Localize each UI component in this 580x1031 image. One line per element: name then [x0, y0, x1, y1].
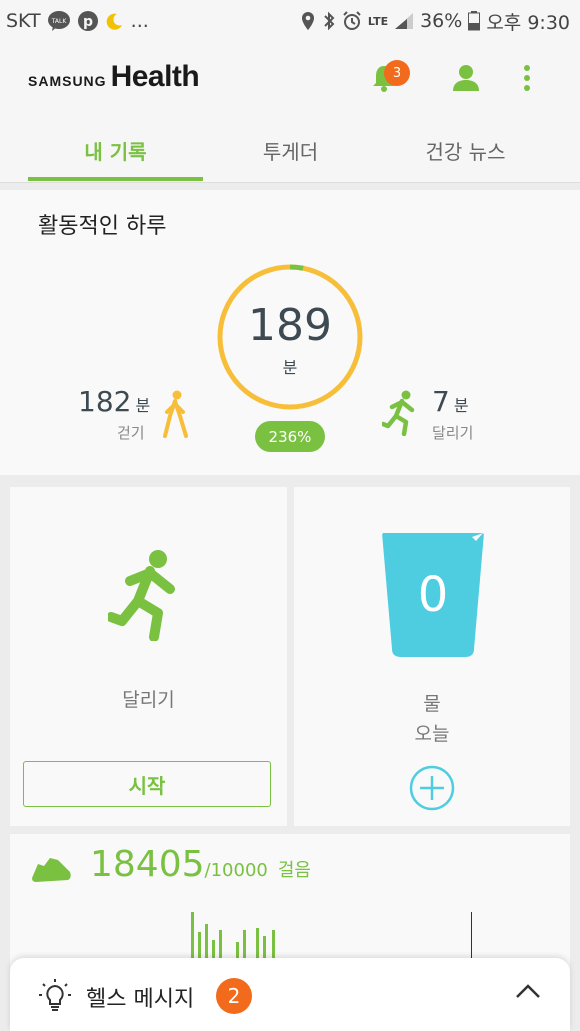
- running-icon: [380, 390, 418, 440]
- battery-percent: 36%: [420, 10, 463, 32]
- walking-minutes: 182 분: [78, 385, 150, 418]
- running-tile[interactable]: 달리기 시작: [10, 487, 287, 826]
- more-options-icon[interactable]: [522, 64, 532, 96]
- samsung-health-logo: SAMSUNG Health: [28, 60, 200, 94]
- activity-ring: 189 분: [215, 262, 365, 412]
- running-unit: 분: [453, 396, 469, 415]
- profile-icon[interactable]: [452, 64, 480, 96]
- steps-goal: /10000: [204, 860, 268, 881]
- water-tile[interactable]: 0 물 오늘: [294, 487, 570, 826]
- bluetooth-icon: [322, 11, 336, 31]
- running-label: 달리기: [432, 424, 474, 442]
- walking-icon: [160, 390, 190, 442]
- active-minutes-unit: 분: [282, 358, 298, 377]
- water-label: 물: [423, 693, 441, 715]
- signal-icon: [394, 12, 414, 30]
- walking-label: 걷기: [117, 424, 145, 442]
- walking-value: 182: [78, 385, 132, 418]
- steps-value: 18405: [90, 844, 205, 885]
- status-bar: SKT TALK p ... LTE 36% 오후 9:30: [0, 0, 580, 42]
- running-tile-label: 달리기: [122, 689, 175, 711]
- active-day-title: 활동적인 하루: [38, 214, 167, 239]
- start-running-button[interactable]: 시작: [23, 761, 271, 807]
- chevron-up-icon[interactable]: [515, 982, 541, 1004]
- add-water-button[interactable]: [409, 765, 455, 815]
- app-header: SAMSUNG Health 3: [0, 42, 580, 112]
- steps-bar: [205, 924, 208, 962]
- tab-bar: 내 기록 투게더 건강 뉴스: [0, 112, 580, 183]
- running-minutes: 7분: [432, 385, 469, 418]
- health-message-sheet[interactable]: 헬스 메시지 2: [10, 958, 570, 1031]
- walking-unit: 분: [135, 396, 151, 415]
- running-value: 7: [432, 385, 450, 418]
- water-count: 0: [417, 567, 449, 623]
- logo-samsung-text: SAMSUNG: [28, 73, 107, 89]
- tab-indicator: [28, 177, 203, 181]
- steps-bar: [191, 912, 194, 962]
- steps-bar: [256, 928, 259, 962]
- location-icon: [300, 11, 316, 31]
- tab-health-news[interactable]: 건강 뉴스: [378, 136, 553, 165]
- lte-indicator: LTE: [367, 14, 389, 28]
- pinterest-icon: p: [77, 10, 99, 32]
- steps-value-row: 18405/10000 걸음: [90, 844, 311, 885]
- alarm-icon: [342, 11, 362, 31]
- shoe-icon: [30, 854, 72, 888]
- svg-text:p: p: [83, 14, 93, 30]
- tab-together[interactable]: 투게더: [203, 136, 378, 165]
- active-minutes-value: 189: [248, 300, 332, 351]
- health-message-label: 헬스 메시지: [86, 987, 195, 1012]
- moon-icon: [105, 11, 125, 31]
- water-today-label: 오늘: [414, 723, 450, 745]
- battery-icon: [468, 11, 481, 31]
- logo-health-text: Health: [110, 60, 200, 93]
- plus-icon: [409, 765, 455, 811]
- svg-text:TALK: TALK: [50, 18, 67, 25]
- more-notifications: ...: [130, 10, 149, 32]
- health-message-count: 2: [216, 978, 252, 1014]
- tab-my-records[interactable]: 내 기록: [28, 136, 203, 165]
- notification-badge: 3: [384, 60, 410, 86]
- kakaotalk-icon: TALK: [47, 10, 71, 32]
- carrier-label: SKT: [6, 10, 41, 32]
- active-day-card[interactable]: 활동적인 하루 189 분 236% 182 분 걷기 7분 달리기: [0, 190, 580, 475]
- running-large-icon: [106, 549, 180, 645]
- steps-unit: 걸음: [277, 860, 311, 881]
- lightbulb-icon: [38, 978, 72, 1016]
- goal-percent-badge: 236%: [255, 421, 325, 452]
- clock: 오후 9:30: [486, 11, 570, 34]
